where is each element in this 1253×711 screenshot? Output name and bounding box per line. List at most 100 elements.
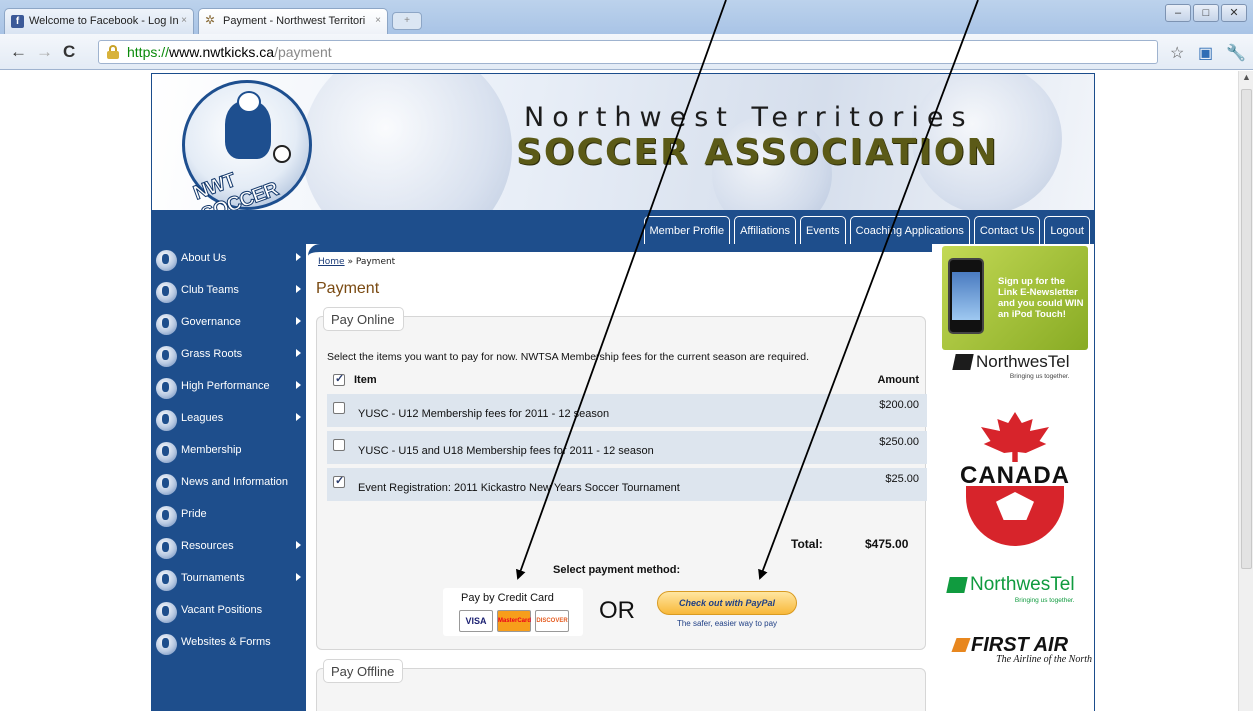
northwestel-name: NorthwesTel [976,352,1070,371]
nav-logout[interactable]: Logout [1044,216,1090,244]
sidebar-item-grass-roots[interactable]: Grass Roots [152,340,306,372]
paypal-checkout-button[interactable]: Check out with PayPal The safer, easier … [657,591,797,635]
sidebar-item-membership[interactable]: Membership [152,436,306,468]
submenu-arrow-icon [296,573,301,581]
item-checkbox[interactable] [333,439,345,451]
northwestel-tagline: Bringing us together. [1014,597,1075,604]
paypal-tagline: The safer, easier way to pay [676,619,778,628]
page-title: Payment [316,280,380,297]
breadcrumb: Home » Payment [318,257,395,267]
tab-title: Welcome to Facebook - Log In [29,15,179,27]
sponsor-column: Sign up for the Link E-Newsletter and yo… [934,244,1094,711]
lock-icon [107,45,119,59]
sidebar-item-resources[interactable]: Resources [152,532,306,564]
first-air-ad[interactable]: FIRST AIR The Airline of the North [951,634,1092,665]
sidebar-item-governance[interactable]: Governance [152,308,306,340]
soccer-ball-icon [156,250,177,271]
northwestel-tagline: Bringing us together. [1009,373,1070,380]
url-scheme: https:// [127,44,170,60]
pay-online-section: Pay Online Select the items you want to … [316,307,927,650]
submenu-arrow-icon [296,413,301,421]
scroll-up-arrow-icon[interactable]: ▲ [1242,72,1251,82]
sidebar-item-news-and-information[interactable]: News and Information [152,468,306,500]
item-checkbox[interactable] [333,474,345,488]
new-tab-button[interactable]: + [392,12,422,30]
nav-contact-us[interactable]: Contact Us [973,216,1041,244]
tab-close-icon[interactable]: × [375,15,381,26]
soccer-ball-icon [156,314,177,335]
mastercard-icon: MasterCard [497,610,531,632]
northwestel-ad-bottom[interactable]: NorthwesTel Bringing us together. [946,574,1075,604]
wrench-icon[interactable]: 🔧 [1226,43,1246,63]
table-row: YUSC - U12 Membership fees for 2011 - 12… [327,394,927,427]
site-title-line1: Northwest Territories [524,102,974,133]
address-bar[interactable]: https://www.nwtkicks.ca/payment [98,40,1158,64]
close-window-button[interactable]: ✕ [1221,4,1247,22]
sidebar-item-club-teams[interactable]: Club Teams [152,276,306,308]
pay-offline-legend[interactable]: Pay Offline [323,659,404,683]
item-description: Event Registration: 2011 Kickastro New Y… [358,482,680,494]
soccer-ball-icon [156,538,177,559]
soccer-ball-icon [156,442,177,463]
item-amount: $25.00 [885,473,919,485]
sidebar-item-pride[interactable]: Pride [152,500,306,532]
select-all-checkbox[interactable] [333,372,345,386]
nav-events[interactable]: Events [800,216,846,244]
star-icon[interactable]: ☆ [1170,43,1184,63]
tab-payment[interactable]: ✲ Payment - Northwest Territori × [198,8,388,34]
submenu-arrow-icon [296,541,301,549]
sidebar-item-websites-forms[interactable]: Websites & Forms [152,628,306,660]
header-amount: Amount [877,374,919,386]
item-checkbox[interactable] [333,402,345,414]
sidebar-item-vacant-positions[interactable]: Vacant Positions [152,596,306,628]
forward-arrow-icon[interactable]: → [36,42,53,62]
tab-strip: f Welcome to Facebook - Log In × ✲ Payme… [0,0,1253,34]
tab-close-icon[interactable]: × [181,15,187,26]
scrollbar-thumb[interactable] [1241,89,1252,569]
first-air-name: FIRST AIR [971,634,1069,656]
extension-icon[interactable]: ▣ [1198,43,1213,63]
vertical-scrollbar[interactable]: ▲ [1238,71,1253,711]
pay-online-instructions: Select the items you want to pay for now… [327,351,810,363]
back-arrow-icon[interactable]: ← [10,42,27,62]
soccer-ball-icon [156,378,177,399]
site-title-line2: SOCCER ASSOCIATION [516,132,999,173]
minimize-button[interactable]: – [1165,4,1191,22]
soccer-ball-icon [156,282,177,303]
sidebar-item-about-us[interactable]: About Us [152,244,306,276]
soccer-ball-icon [156,346,177,367]
discover-icon: DISCOVER [535,610,569,632]
table-row: YUSC - U15 and U18 Membership fees for 2… [327,431,927,464]
nwt-soccer-logo[interactable]: NWT SOCCER [182,80,312,210]
pay-by-credit-card-button[interactable]: Pay by Credit Card VISA MasterCard DISCO… [443,588,583,636]
sidebar-item-leagues[interactable]: Leagues [152,404,306,436]
tab-title: Payment - Northwest Territori [223,15,366,27]
item-amount: $250.00 [879,436,919,448]
nav-affiliations[interactable]: Affiliations [734,216,797,244]
maximize-button[interactable]: □ [1193,4,1219,22]
select-payment-method-label: Select payment method: [553,564,681,576]
tab-facebook[interactable]: f Welcome to Facebook - Log In × [4,8,194,34]
page-viewport: NWT SOCCER Northwest Territories SOCCER … [0,71,1238,711]
items-table-header: Item Amount [327,372,927,392]
sidebar-item-high-performance[interactable]: High Performance [152,372,306,404]
side-navigation: About Us Club Teams Governance Grass Roo… [152,244,306,711]
reload-icon[interactable]: C [63,42,75,62]
header-item: Item [354,374,377,386]
top-navigation: Member Profile Affiliations Events Coach… [152,210,1094,244]
first-air-wing-icon [951,638,971,652]
url-host: www.nwtkicks.ca [169,44,275,60]
northwestel-ad-top[interactable]: NorthwesTel Bringing us together. [952,352,1070,380]
canada-soccer-ad[interactable]: CANADA [944,412,1086,546]
breadcrumb-home-link[interactable]: Home [318,257,345,267]
newsletter-ad[interactable]: Sign up for the Link E-Newsletter and yo… [942,246,1088,350]
nav-coaching-applications[interactable]: Coaching Applications [849,216,970,244]
northwestel-name: NorthwesTel [970,574,1075,595]
nav-member-profile[interactable]: Member Profile [643,216,731,244]
sidebar-item-tournaments[interactable]: Tournaments [152,564,306,596]
breadcrumb-current: Payment [355,257,396,267]
soccer-ball-icon [156,410,177,431]
total-value: $475.00 [865,537,909,551]
submenu-arrow-icon [296,253,301,261]
pay-offline-section: Pay Offline [316,659,926,711]
